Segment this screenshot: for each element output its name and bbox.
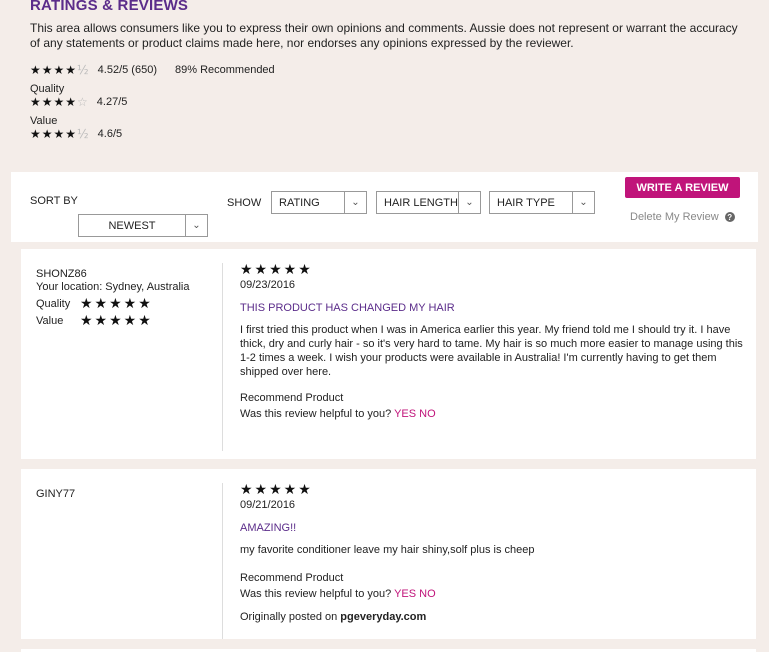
chevron-down-icon: ⌄ [185, 215, 207, 236]
posted-site-link[interactable]: pgeveryday.com [340, 611, 426, 623]
originally-posted: Originally posted on pgeveryday.com [240, 611, 426, 623]
reviewer-name: GINY77 [36, 488, 76, 500]
rating-filter-value: RATING [279, 196, 320, 209]
review-divider [222, 263, 223, 451]
review-title: AMAZING!! [240, 522, 297, 534]
ratings-summary: RATINGS & REVIEWS This area allows consu… [0, 0, 769, 172]
quality-rating: ★★★★☆ 4.27/5 [30, 95, 127, 109]
review-divider [222, 483, 223, 639]
review-card: SHONZ86 Your location: Sydney, Australia… [21, 249, 756, 459]
help-icon[interactable]: ? [724, 212, 735, 222]
review-card: GINY77 ★★★★★ 09/21/2016 AMAZING!! my fav… [21, 469, 756, 639]
value-label: Value [30, 115, 58, 127]
review-body: my favorite conditioner leave my hair sh… [240, 544, 535, 556]
hair-length-filter-select[interactable]: HAIR LENGTH ⌄ [376, 191, 481, 214]
hair-type-filter-select[interactable]: HAIR TYPE ⌄ [489, 191, 595, 214]
review-stars-icon: ★★★★★ [240, 482, 313, 498]
value-rating-value: 4.6/5 [97, 128, 123, 140]
review-date: 09/21/2016 [240, 499, 296, 511]
helpful-prompt: Was this review helpful to you? YES NO [240, 408, 436, 420]
show-label: SHOW [227, 197, 262, 209]
helpful-question: Was this review helpful to you? [240, 408, 392, 420]
review-toolbar: SORT BY NEWEST ⌄ SHOW RATING ⌄ HAIR LENG… [11, 172, 758, 242]
review-title: THIS PRODUCT HAS CHANGED MY HAIR [240, 302, 455, 314]
value-stars-icon: ★★★★★ [80, 313, 153, 329]
recommended-percent: 89% Recommended [175, 64, 275, 76]
value-label: Value [36, 315, 64, 327]
delete-review-link[interactable]: Delete My Review ? [630, 211, 735, 223]
value-rating: ★★★★½ 4.6/5 [30, 127, 122, 141]
quality-stars-icon: ★★★★☆ [30, 95, 89, 109]
helpful-yes-link[interactable]: YES [394, 588, 416, 600]
helpful-no-link[interactable]: NO [419, 588, 436, 600]
recommend-product: Recommend Product [240, 572, 344, 584]
reviewer-name: SHONZ86 [36, 268, 87, 280]
overall-stars-icon: ★★★★½ [30, 63, 90, 77]
sort-select[interactable]: NEWEST ⌄ [78, 214, 208, 237]
review-date: 09/23/2016 [240, 279, 296, 291]
hair-type-filter-value: HAIR TYPE [497, 196, 555, 209]
chevron-down-icon: ⌄ [572, 192, 594, 213]
helpful-question: Was this review helpful to you? [240, 588, 392, 600]
reviewer-value-rating: Value ★★★★★ [36, 313, 153, 329]
write-review-button[interactable]: WRITE A REVIEW [625, 177, 740, 198]
sort-select-value: NEWEST [108, 219, 156, 232]
helpful-prompt: Was this review helpful to you? YES NO [240, 588, 436, 600]
hair-length-filter-value: HAIR LENGTH [384, 196, 458, 209]
chevron-down-icon: ⌄ [344, 192, 366, 213]
recommend-product: Recommend Product [240, 392, 344, 404]
disclaimer-text: This area allows consumers like you to e… [30, 21, 738, 50]
sort-label: SORT BY [30, 195, 78, 207]
quality-label: Quality [36, 298, 71, 310]
review-stars-icon: ★★★★★ [240, 262, 313, 278]
reviewer-quality-rating: Quality ★★★★★ [36, 296, 153, 312]
value-stars-icon: ★★★★½ [30, 127, 90, 141]
quality-stars-icon: ★★★★★ [80, 296, 153, 312]
section-title: RATINGS & REVIEWS [30, 0, 189, 14]
rating-filter-select[interactable]: RATING ⌄ [271, 191, 367, 214]
overall-rating: ★★★★½ 4.52/5 (650) 89% Recommended [30, 63, 275, 77]
helpful-yes-link[interactable]: YES [394, 408, 416, 420]
chevron-down-icon: ⌄ [458, 192, 480, 213]
posted-prefix: Originally posted on [240, 611, 338, 623]
delete-review-label: Delete My Review [630, 211, 719, 223]
review-body: I first tried this product when I was in… [240, 324, 743, 378]
helpful-no-link[interactable]: NO [419, 408, 436, 420]
quality-rating-value: 4.27/5 [96, 96, 128, 108]
reviewer-location: Your location: Sydney, Australia [36, 281, 190, 293]
quality-label: Quality [30, 83, 65, 95]
overall-rating-value: 4.52/5 (650) [97, 64, 157, 76]
